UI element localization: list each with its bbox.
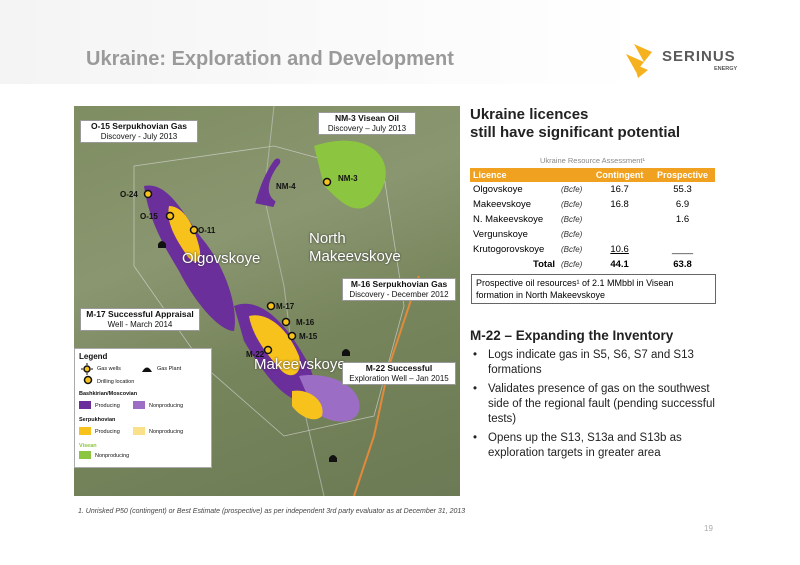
cell-prospective: ____ [671,244,694,255]
cell-contingent: 10.6 [610,244,629,255]
header-licence: Licence [470,168,590,182]
serinus-logo: SERINUS ENERGY [622,42,742,82]
m22-bullet-list: Logs indicate gas in S5, S6, S7 and S13 … [470,348,730,465]
cell-unit: (Bcfe) [561,200,583,209]
well-marker-m17 [266,301,276,311]
serinus-mark-icon [626,44,652,78]
resource-table: Licence Contingent Prospective Olgovskoy… [470,168,715,272]
list-item: Opens up the S13, S13a and S13b as explo… [470,431,730,461]
gas-plant-icon [158,241,166,248]
cell-prospective: 6.9 [675,199,690,210]
legend-visean-nonproducing: Nonproducing [95,453,130,459]
logo-name: SERINUS [662,48,736,65]
callout-nm3-title: NM-3 Visean Oil [334,113,400,123]
legend-bashkirian-producing: Producing [95,403,120,409]
footnote: 1. Unrisked P50 (contingent) or Best Est… [78,508,466,515]
well-marker-o11 [189,225,199,235]
drilling-location-icon [83,375,93,385]
cell-contingent: 16.8 [610,199,629,210]
cell-contingent: 16.7 [610,184,629,195]
callout-m22: M-22 Successful Exploration Well – Jan 2… [342,362,456,385]
prospective-oil-note: Prospective oil resources¹ of 2.1 MMbbl … [471,274,716,305]
cell-contingent [589,227,650,242]
cell-contingent [589,212,650,227]
table-row: N. Makeevskoye (Bcfe) 1.6 [470,212,715,227]
callout-nm3: NM-3 Visean Oil Discovery – July 2013 [318,112,416,135]
cell-prospective: 55.3 [673,184,692,195]
callout-m17: M-17 Successful Appraisal Well - March 2… [80,308,200,331]
callout-m17-sub: Well - March 2014 [107,319,173,329]
m22-heading: M-22 – Expanding the Inventory [470,328,674,343]
swatch-bashkirian-nonproducing [133,401,145,409]
cell-licence: Krutogorovskoye [473,244,545,255]
well-marker-o15 [165,211,175,221]
callout-o15-title: O-15 Serpukhovian Gas [91,121,187,131]
callout-m16-sub: Discovery - December 2012 [349,289,449,299]
swatch-serpukhovian-producing [79,427,91,435]
swatch-bashkirian-producing [79,401,91,409]
cell-unit: (Bcfe) [561,215,583,224]
table-row: Makeevskoye (Bcfe) 16.8 6.9 [470,197,715,212]
page-number: 19 [704,524,713,533]
swatch-visean-nonproducing [79,451,91,459]
cell-unit: (Bcfe) [561,185,583,194]
legend-drilling-location: Drilling location [97,379,135,385]
legend-gas-wells: Gas wells [97,366,121,372]
callout-m22-title: M-22 Successful [365,363,433,373]
list-item: Logs indicate gas in S5, S6, S7 and S13 … [470,348,730,378]
cell-licence: Vergunskoye [473,229,528,240]
gas-well-icon [81,363,93,375]
cell-unit: (Bcfe) [561,245,583,254]
gas-plant-icon [329,455,337,462]
legend-serpukhovian: Serpukhovian [79,417,116,423]
table-row: Olgovskoye (Bcfe) 16.7 55.3 [470,182,715,197]
cell-total-unit: (Bcfe) [561,260,583,269]
licences-heading: Ukraine licences still have significant … [470,106,680,142]
callout-o15: O-15 Serpukhovian Gas Discovery - July 2… [80,120,198,143]
swatch-serpukhovian-nonproducing [133,427,145,435]
cell-unit: (Bcfe) [561,230,583,239]
cell-licence: Makeevskoye [473,199,532,210]
map-legend: Legend Gas wells Gas Plant Drilling loca… [74,348,212,468]
legend-bashkirian-nonproducing: Nonproducing [149,403,184,409]
well-marker-nm3 [322,177,332,187]
legend-gas-plant: Gas Plant [157,366,182,372]
table-row: Vergunskoye (Bcfe) [470,227,715,242]
callout-m16: M-16 Serpukhovian Gas Discovery - Decemb… [342,278,456,301]
slide-title: Ukraine: Exploration and Development [86,48,454,70]
licences-heading-line1: Ukraine licences [470,106,589,123]
cell-licence: Olgovskoye [473,184,523,195]
well-marker-o24 [143,189,153,199]
legend-bashkirian: Bashkirian/Moscovian [79,391,138,397]
callout-nm3-sub: Discovery – July 2013 [327,123,407,133]
header-contingent: Contingent [589,168,651,182]
cell-total-label: Total [533,259,555,270]
cell-total-prospective: 63.8 [673,259,692,270]
legend-title: Legend [79,352,108,361]
callout-m17-title: M-17 Successful Appraisal [86,309,194,319]
resource-assessment-title: Ukraine Resource Assessment¹ [539,156,646,165]
cell-prospective [650,227,715,242]
well-marker-m22 [263,345,273,355]
table-row-total: Total (Bcfe) 44.1 63.8 [470,257,715,272]
cell-licence: N. Makeevskoye [473,214,544,225]
gas-plant-legend-icon [142,367,152,372]
gas-plant-icon [342,349,350,356]
legend-visean: Visean [79,443,97,449]
list-item: Validates presence of gas on the southwe… [470,382,730,427]
legend-serpukhovian-nonproducing: Nonproducing [149,429,184,435]
legend-serpukhovian-producing: Producing [95,429,120,435]
table-row: Krutogorovskoye (Bcfe) 10.6 ____ [470,242,715,257]
callout-o15-sub: Discovery - July 2013 [100,131,178,141]
licences-heading-line2: still have significant potential [470,124,681,141]
callout-m22-sub: Exploration Well – Jan 2015 [349,373,449,383]
well-marker-m15 [287,331,297,341]
well-marker-m16 [281,317,291,327]
cell-prospective: 1.6 [675,214,690,225]
logo-subtext: ENERGY [714,66,738,72]
callout-m16-title: M-16 Serpukhovian Gas [350,279,448,289]
cell-total-contingent: 44.1 [610,259,629,270]
header-prospective: Prospective [650,168,715,182]
resource-table-header: Licence Contingent Prospective [470,168,715,182]
